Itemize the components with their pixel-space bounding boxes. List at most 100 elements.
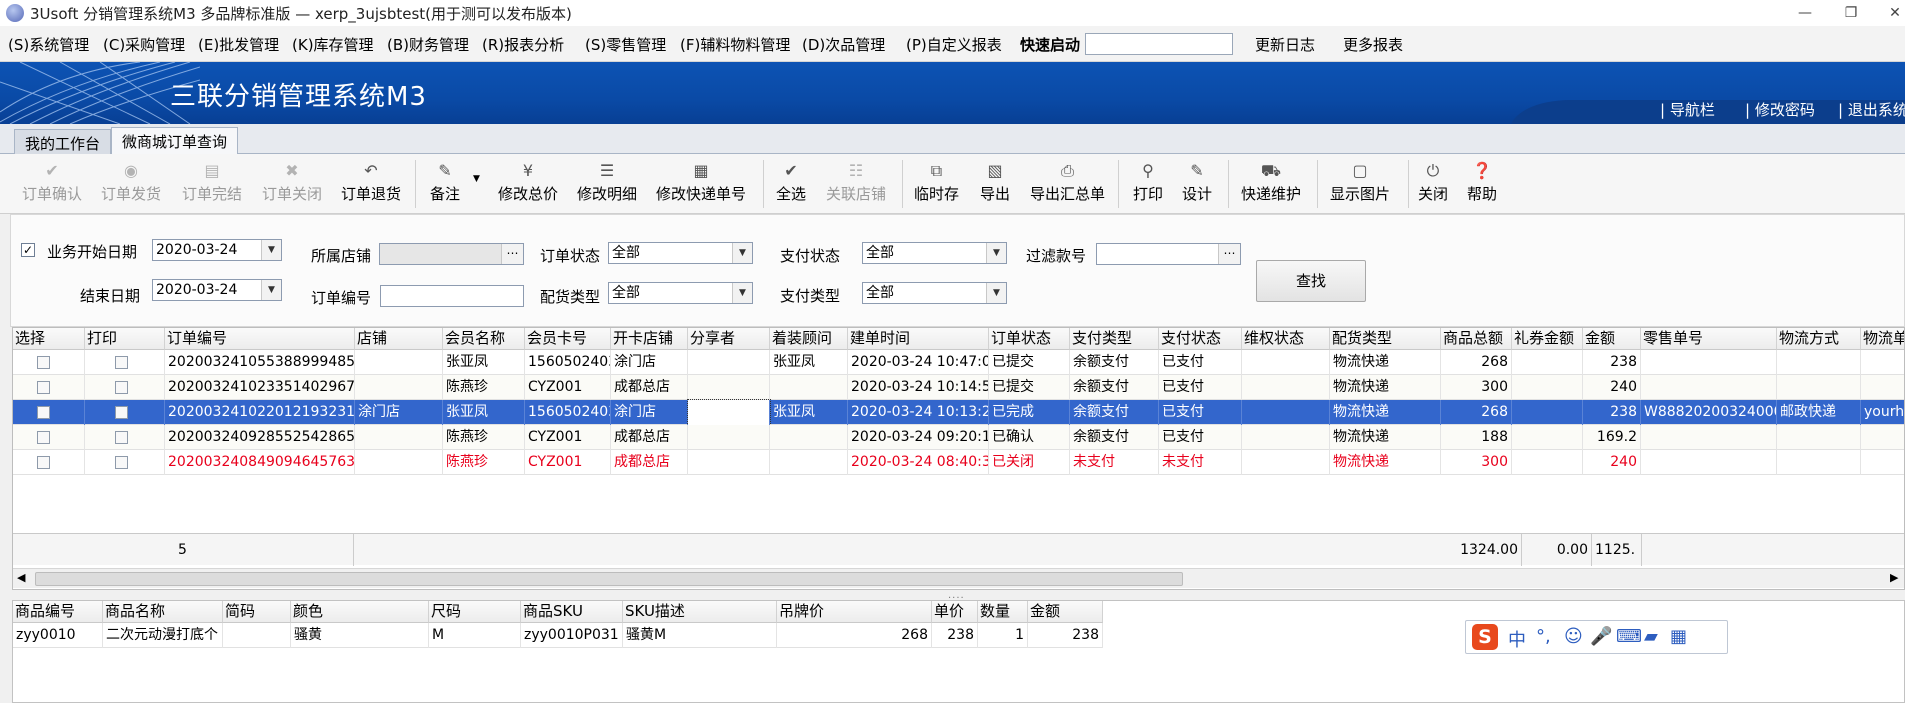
help-button[interactable]: ❓ 帮助 bbox=[1467, 162, 1497, 204]
row-print-checkbox[interactable] bbox=[115, 456, 128, 469]
row-select-checkbox[interactable] bbox=[37, 406, 50, 419]
export-button[interactable]: ▧ 导出 bbox=[980, 162, 1010, 204]
modify-detail-button[interactable]: ☰ 修改明细 bbox=[577, 162, 637, 204]
menu-update-log[interactable]: 更新日志 bbox=[1255, 34, 1315, 55]
splitter[interactable]: .... bbox=[0, 590, 1905, 601]
change-password-link[interactable]: | 修改密码 bbox=[1745, 99, 1815, 120]
detail-col-size[interactable]: 尺码 bbox=[429, 601, 521, 623]
end-date-input[interactable]: 2020-03-24 ▼ bbox=[152, 279, 282, 301]
scrollbar-thumb[interactable] bbox=[35, 572, 1183, 586]
menu-defective[interactable]: (D)次品管理 bbox=[802, 34, 885, 55]
col-header-member-card[interactable]: 会员卡号 bbox=[525, 328, 611, 350]
temp-save-button[interactable]: ⧉ 临时存 bbox=[914, 162, 959, 204]
chevron-down-icon[interactable]: ▼ bbox=[261, 280, 281, 300]
tab-workbench[interactable]: 我的工作台 bbox=[14, 129, 112, 154]
col-header-goods-total[interactable]: 商品总额 bbox=[1441, 328, 1512, 350]
menu-custom-report[interactable]: (P)自定义报表 bbox=[906, 34, 1002, 55]
print-button[interactable]: ⚲ 打印 bbox=[1133, 162, 1163, 204]
col-header-created-time[interactable]: 建单时间 bbox=[848, 328, 989, 350]
col-header-card-shop[interactable]: 开卡店铺 bbox=[611, 328, 688, 350]
close-page-button[interactable]: ⏻ 关闭 bbox=[1418, 162, 1448, 204]
detail-col-goods-name[interactable]: 商品名称 bbox=[103, 601, 223, 623]
quick-start-input[interactable] bbox=[1085, 33, 1233, 55]
col-header-retail-no[interactable]: 零售单号 bbox=[1641, 328, 1777, 350]
col-header-delivery-type[interactable]: 配货类型 bbox=[1330, 328, 1441, 350]
return-order-button[interactable]: ↶ 订单退货 bbox=[341, 162, 401, 204]
table-row[interactable]: 202003241055388999485026张亚凤15605024038涂门… bbox=[13, 350, 1904, 375]
col-header-print[interactable]: 打印 bbox=[85, 328, 165, 350]
tools-grid-icon[interactable]: ▦ bbox=[1670, 626, 1687, 647]
table-row[interactable]: 202003241022012193231565涂门店张亚凤1560502403… bbox=[13, 399, 1904, 426]
row-print-checkbox[interactable] bbox=[115, 381, 128, 394]
chevron-down-icon[interactable]: ▼ bbox=[732, 283, 752, 303]
col-header-tracking-no[interactable]: 物流单号 bbox=[1861, 328, 1904, 350]
shop-input[interactable]: ⋯ bbox=[379, 243, 524, 265]
chevron-down-icon[interactable]: ▼ bbox=[986, 243, 1006, 263]
order-no-input[interactable] bbox=[380, 285, 524, 307]
menu-inventory[interactable]: (K)库存管理 bbox=[292, 34, 374, 55]
col-header-select[interactable]: 选择 bbox=[13, 328, 85, 350]
table-row[interactable]: 202003240849094645763170 陈燕珍CYZ001成都总店 202… bbox=[13, 450, 1904, 475]
menu-finance[interactable]: (B)财务管理 bbox=[387, 34, 469, 55]
detail-col-short-code[interactable]: 简码 bbox=[223, 601, 291, 623]
ime-toolbar[interactable]: S 中 °, ☺ 🎤 ⌨ ▰ ▦ bbox=[1465, 620, 1728, 654]
col-header-shop[interactable]: 店铺 bbox=[355, 328, 443, 350]
microphone-icon[interactable]: 🎤 bbox=[1590, 626, 1612, 647]
close-order-button[interactable]: ✖ 订单关闭 bbox=[262, 162, 322, 204]
col-header-advisor[interactable]: 着装顾问 bbox=[770, 328, 848, 350]
menu-purchase[interactable]: (C)采购管理 bbox=[103, 34, 185, 55]
col-header-pay-status[interactable]: 支付状态 bbox=[1159, 328, 1242, 350]
scroll-left-icon[interactable]: ◀ bbox=[17, 571, 25, 584]
menu-wholesale[interactable]: (E)批发管理 bbox=[198, 34, 279, 55]
confirm-order-button[interactable]: ✔ 订单确认 bbox=[22, 162, 82, 204]
ime-mode-label[interactable]: 中 bbox=[1508, 626, 1526, 652]
modify-tracking-button[interactable]: ▦ 修改快递单号 bbox=[656, 162, 746, 204]
col-header-sharer[interactable]: 分享者 bbox=[688, 328, 770, 350]
col-header-pay-type[interactable]: 支付类型 bbox=[1070, 328, 1159, 350]
detail-col-amount[interactable]: 金额 bbox=[1028, 601, 1103, 623]
row-print-checkbox[interactable] bbox=[115, 406, 128, 419]
design-button[interactable]: ✎ 设计 bbox=[1182, 162, 1212, 204]
remark-dropdown-icon[interactable]: ▼ bbox=[473, 174, 480, 184]
ship-order-button[interactable]: ◉ 订单发货 bbox=[101, 162, 161, 204]
skin-icon[interactable]: ▰ bbox=[1644, 626, 1658, 647]
delivery-type-select[interactable]: 全部 ▼ bbox=[608, 282, 753, 304]
detail-col-quantity[interactable]: 数量 bbox=[978, 601, 1028, 623]
scroll-right-icon[interactable]: ▶ bbox=[1890, 571, 1898, 584]
row-print-checkbox[interactable] bbox=[115, 431, 128, 444]
pay-status-select[interactable]: 全部 ▼ bbox=[862, 242, 1007, 264]
export-summary-button[interactable]: ⎙ 导出汇总单 bbox=[1030, 162, 1105, 204]
row-print-checkbox[interactable] bbox=[115, 356, 128, 369]
col-header-order-status[interactable]: 订单状态 bbox=[989, 328, 1070, 350]
courier-maintain-button[interactable]: ⛟ 快递维护 bbox=[1241, 162, 1301, 204]
chevron-down-icon[interactable]: ▼ bbox=[986, 283, 1006, 303]
table-row[interactable]: 202003241023351402967826 陈燕珍CYZ001成都总店 202… bbox=[13, 375, 1904, 400]
nav-bar-link[interactable]: | 导航栏 bbox=[1660, 99, 1715, 120]
col-header-coupon-amount[interactable]: 礼券金额 bbox=[1512, 328, 1583, 350]
detail-col-sku-desc[interactable]: SKU描述 bbox=[623, 601, 777, 623]
detail-col-tag-price[interactable]: 吊牌价 bbox=[777, 601, 932, 623]
start-date-input[interactable]: 2020-03-24 ▼ bbox=[152, 239, 282, 261]
col-header-rights-status[interactable]: 维权状态 bbox=[1242, 328, 1330, 350]
horizontal-scrollbar[interactable]: ◀ ▶ bbox=[13, 568, 1904, 588]
menu-system[interactable]: (S)系统管理 bbox=[8, 34, 89, 55]
link-shop-button[interactable]: ☷ 关联店铺 bbox=[826, 162, 886, 204]
close-window-icon[interactable]: ✕ bbox=[1880, 2, 1905, 24]
detail-col-unit-price[interactable]: 单价 bbox=[932, 601, 978, 623]
ellipsis-icon[interactable]: ⋯ bbox=[501, 244, 523, 264]
filter-style-input[interactable]: ⋯ bbox=[1096, 243, 1241, 265]
menu-reports[interactable]: (R)报表分析 bbox=[482, 34, 564, 55]
select-all-button[interactable]: ✔ 全选 bbox=[776, 162, 806, 204]
remark-button[interactable]: ✎ 备注 bbox=[430, 162, 460, 204]
menu-materials[interactable]: (F)辅料物料管理 bbox=[680, 34, 790, 55]
minimize-icon[interactable]: — bbox=[1790, 2, 1820, 24]
order-status-select[interactable]: 全部 ▼ bbox=[608, 242, 753, 264]
pay-type-select[interactable]: 全部 ▼ bbox=[862, 282, 1007, 304]
punctuation-icon[interactable]: °, bbox=[1536, 626, 1551, 647]
chevron-down-icon[interactable]: ▼ bbox=[261, 240, 281, 260]
modify-total-button[interactable]: ¥ 修改总价 bbox=[498, 162, 558, 204]
tab-wechat-orders[interactable]: 微商城订单查询 bbox=[111, 127, 239, 155]
col-header-member-name[interactable]: 会员名称 bbox=[443, 328, 525, 350]
restore-icon[interactable]: ❐ bbox=[1836, 2, 1866, 24]
row-select-checkbox[interactable] bbox=[37, 381, 50, 394]
